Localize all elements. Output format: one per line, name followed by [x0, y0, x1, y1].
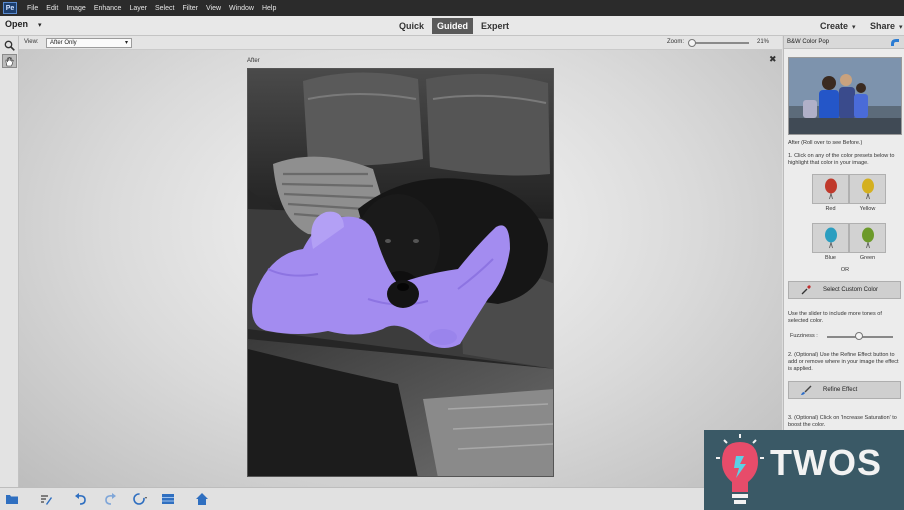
open-label: Open [5, 19, 29, 29]
balloon-yellow-icon [861, 178, 874, 200]
preset-yellow-button[interactable] [849, 174, 886, 204]
app-logo-icon: Pe [3, 2, 17, 14]
watermark-logo: TWOS [704, 430, 904, 510]
share-button[interactable]: Share ▾ [870, 21, 903, 31]
or-label: OR [840, 267, 850, 273]
rotate-button[interactable] [132, 491, 148, 507]
create-label: Create [820, 21, 849, 31]
preset-blue-button[interactable] [812, 223, 849, 253]
document-image[interactable] [247, 68, 554, 477]
after-label: After [247, 58, 260, 64]
magnifier-icon [4, 40, 15, 51]
preset-green-label: Green [859, 255, 876, 261]
undo-button[interactable] [73, 491, 89, 507]
balloon-blue-icon [824, 227, 837, 249]
menu-help[interactable]: Help [258, 5, 280, 12]
panel-title: B&W Color Pop [787, 39, 830, 45]
close-icon[interactable]: ✖ [769, 54, 777, 65]
slider-hint-text: Use the slider to include more tones of … [788, 311, 882, 324]
select-custom-color-label: Select Custom Color [823, 287, 879, 293]
undo-icon [75, 493, 86, 505]
layout-button[interactable] [160, 491, 176, 507]
rotate-icon [133, 493, 147, 505]
refine-effect-label: Refine Effect [823, 387, 858, 393]
hand-icon [5, 56, 14, 66]
tab-guided[interactable]: Guided [432, 18, 474, 34]
zoom-slider-track[interactable] [689, 42, 749, 44]
view-select-value: After Only [50, 40, 77, 46]
back-icon[interactable] [890, 38, 900, 47]
open-button[interactable]: Open ▾ [5, 19, 42, 29]
menu-select[interactable]: Select [151, 5, 178, 12]
photo-bin-button[interactable] [4, 491, 20, 507]
family-photo-artwork [789, 58, 901, 134]
canvas-area[interactable]: ✖ After [19, 50, 782, 487]
guided-panel: B&W Color Pop After (Roll over to see Be… [783, 36, 904, 487]
menu-window[interactable]: Window [225, 5, 258, 12]
fuzziness-label: Fuzziness : [790, 333, 818, 339]
share-label: Share [870, 21, 896, 31]
balloon-green-icon [861, 227, 874, 249]
organizer-button[interactable] [194, 491, 210, 507]
menu-file[interactable]: File [23, 5, 42, 12]
pencil-icon [41, 495, 52, 505]
menu-layer[interactable]: Layer [125, 5, 151, 12]
select-custom-color-button[interactable]: Select Custom Color [788, 281, 901, 299]
view-label: View: [24, 39, 39, 45]
balloon-red-icon [824, 178, 837, 200]
tab-expert[interactable]: Expert [476, 18, 514, 34]
photo-artwork [248, 69, 553, 476]
preset-yellow-label: Yellow [859, 206, 876, 212]
zoom-label: Zoom: [667, 39, 685, 45]
after-caption: After (Roll over to see Before.) [788, 140, 863, 146]
create-button[interactable]: Create ▾ [820, 21, 856, 31]
panel-header: B&W Color Pop [784, 36, 904, 49]
step3-text: 3. (Optional) Click on 'Increase Saturat… [788, 415, 897, 428]
redo-icon [105, 493, 116, 505]
preset-blue-label: Blue [824, 255, 836, 261]
menu-view[interactable]: View [202, 5, 225, 12]
chevron-down-icon: ▾ [38, 22, 42, 29]
hand-tool[interactable] [2, 54, 17, 68]
chevron-down-icon: ▾ [852, 24, 856, 31]
mode-bar: Open ▾ Quick Guided Expert Create ▾ Share ▾ [0, 16, 904, 36]
preset-red-button[interactable] [812, 174, 849, 204]
chevron-down-icon: ▾ [899, 24, 903, 31]
menu-image[interactable]: Image [62, 5, 89, 12]
brush-icon [799, 383, 813, 397]
preset-red-label: Red [825, 206, 836, 212]
fuzziness-slider-thumb[interactable] [855, 332, 863, 340]
app-window: Pe File Edit Image Enhance Layer Select … [0, 0, 904, 510]
preset-green-button[interactable] [849, 223, 886, 253]
view-select[interactable]: After Only ▾ [46, 38, 132, 48]
menu-filter[interactable]: Filter [178, 5, 202, 12]
watermark-text: TWOS [770, 442, 882, 483]
options-bar: View: After Only ▾ Zoom: 21% [19, 36, 782, 50]
step2-text: 2. (Optional) Use the Refine Effect butt… [788, 352, 899, 372]
menu-bar: Pe File Edit Image Enhance Layer Select … [0, 0, 904, 16]
menu-enhance[interactable]: Enhance [90, 5, 126, 12]
zoom-tool[interactable] [2, 38, 17, 52]
home-icon [196, 493, 208, 505]
tab-quick[interactable]: Quick [394, 18, 429, 34]
step1-text: 1. Click on any of the color presets bel… [788, 153, 895, 166]
menu-edit[interactable]: Edit [42, 5, 62, 12]
zoom-value: 21% [757, 39, 770, 45]
chevron-down-icon: ▾ [124, 40, 128, 46]
tool-options-button[interactable] [38, 491, 54, 507]
layout-icon [162, 494, 174, 504]
tool-strip [0, 36, 19, 487]
folder-icon [6, 495, 18, 504]
mode-tabs: Quick Guided Expert [394, 18, 517, 34]
preview-thumbnail[interactable] [788, 57, 902, 135]
lightbulb-logo-icon [716, 434, 764, 504]
refine-effect-button[interactable]: Refine Effect [788, 381, 901, 399]
zoom-slider-thumb[interactable] [688, 39, 696, 47]
redo-button[interactable] [102, 491, 118, 507]
eyedropper-icon [799, 283, 813, 297]
